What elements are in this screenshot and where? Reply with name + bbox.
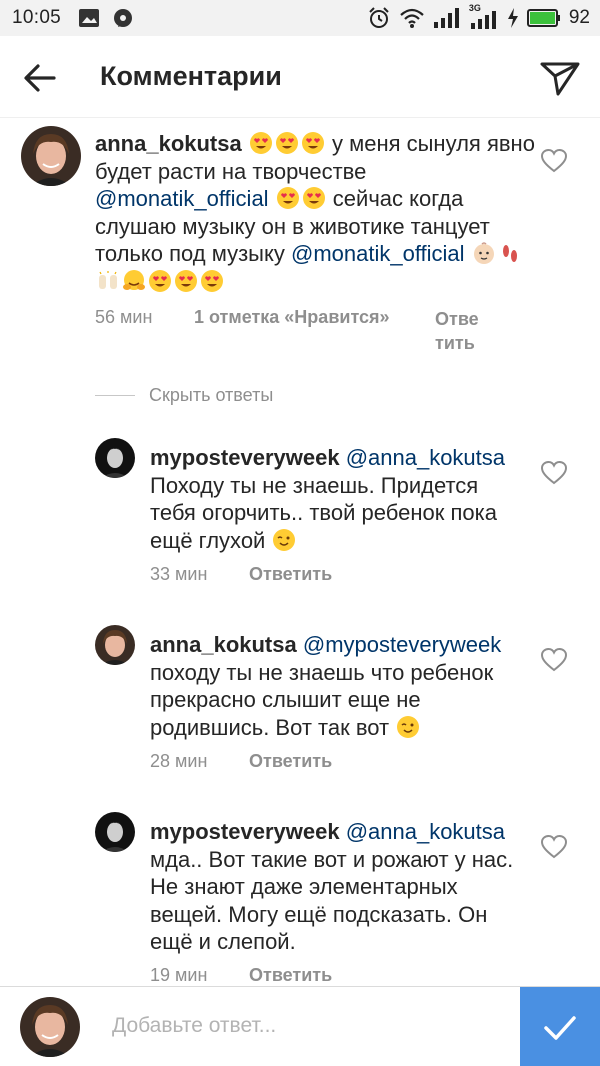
reply-button[interactable]: Ответить	[435, 307, 485, 355]
avatar[interactable]	[21, 126, 81, 186]
reply-comment: myposteveryweek @anna_kokutsa мда.. Вот …	[0, 804, 600, 986]
comment-text: Походу ты не знаешь. Придется тебя огорч…	[150, 472, 497, 553]
winking-emoji	[397, 715, 420, 738]
comment-time: 56 мин	[95, 307, 153, 327]
likes-count[interactable]: 1 отметка «Нравится»	[194, 307, 435, 355]
like-button[interactable]	[540, 647, 568, 673]
alarm-icon	[369, 7, 389, 28]
comment-username[interactable]: myposteveryweek	[150, 445, 340, 470]
hide-replies-toggle[interactable]: Скрыть ответы	[95, 385, 273, 406]
comment-text: походу ты не знаешь что ребенок прекрасн…	[150, 659, 494, 740]
battery-percent: 92	[568, 7, 590, 28]
winking-emoji	[273, 528, 296, 551]
page-title: Комментарии	[100, 61, 282, 91]
hide-replies-label: Скрыть ответы	[149, 385, 274, 405]
heart-icon	[540, 834, 568, 859]
signal-icon	[433, 8, 459, 28]
mention-link[interactable]: @anna_kokutsa	[346, 445, 505, 470]
gallery-notification-icon	[79, 9, 99, 27]
app-header: Комментарии	[0, 36, 600, 118]
like-button[interactable]	[540, 148, 568, 174]
arrow-left-icon	[24, 64, 56, 92]
mention-link[interactable]: @myposteveryweek	[303, 632, 501, 657]
comment-text: мда.. Вот такие вот и рожают у нас. Не з…	[150, 846, 514, 955]
mention-link[interactable]: @monatik_official	[291, 241, 465, 266]
heart-icon	[540, 460, 568, 485]
hugging-emoji	[123, 269, 145, 290]
current-user-avatar	[20, 997, 80, 1057]
like-button[interactable]	[540, 834, 568, 860]
comment-username[interactable]: anna_kokutsa	[150, 632, 297, 657]
raised-hands-emoji	[99, 270, 117, 289]
baby-emoji	[473, 242, 494, 264]
reply-button[interactable]: Ответить	[249, 564, 332, 585]
heart-icon	[540, 647, 568, 672]
reply-comment: myposteveryweek @anna_kokutsa Походу ты …	[0, 430, 600, 600]
reply-button[interactable]: Ответить	[249, 965, 332, 986]
charging-icon	[507, 8, 518, 28]
comment-time: 19 мин	[150, 965, 208, 985]
chat-notification-icon	[114, 9, 132, 27]
reply-comment: anna_kokutsa @myposteveryweek походу ты …	[0, 617, 600, 787]
reply-button[interactable]: Ответить	[249, 751, 332, 772]
comment-username[interactable]: myposteveryweek	[150, 819, 340, 844]
mention-link[interactable]: @monatik_official	[95, 186, 269, 211]
comment: anna_kokutsa у меня сынуля явно будет ра…	[0, 118, 600, 368]
reply-input[interactable]	[112, 1009, 502, 1043]
battery-icon	[526, 9, 560, 27]
heart-eyes-emoji	[275, 186, 327, 211]
paper-plane-icon	[540, 62, 580, 96]
back-button[interactable]	[20, 58, 60, 98]
status-bar: 10:05 3G 92	[0, 0, 600, 36]
post-reply-button[interactable]	[520, 987, 600, 1066]
footprints-emoji	[502, 245, 517, 262]
avatar[interactable]	[95, 438, 135, 478]
comment-username[interactable]: anna_kokutsa	[95, 131, 242, 156]
wifi-icon	[400, 8, 424, 28]
like-button[interactable]	[540, 460, 568, 486]
checkmark-icon	[544, 1016, 576, 1040]
avatar[interactable]	[95, 812, 135, 852]
heart-eyes-emoji	[248, 131, 326, 156]
comment-time: 28 мин	[150, 751, 208, 771]
heart-icon	[540, 148, 568, 173]
signal-3g-icon: 3G	[469, 3, 499, 29]
divider	[95, 395, 135, 396]
mention-link[interactable]: @anna_kokutsa	[346, 819, 505, 844]
comment-time: 33 мин	[150, 564, 208, 584]
avatar[interactable]	[95, 625, 135, 665]
reply-compose-bar	[0, 986, 600, 1066]
share-button[interactable]	[538, 56, 582, 100]
status-time: 10:05	[12, 7, 62, 28]
